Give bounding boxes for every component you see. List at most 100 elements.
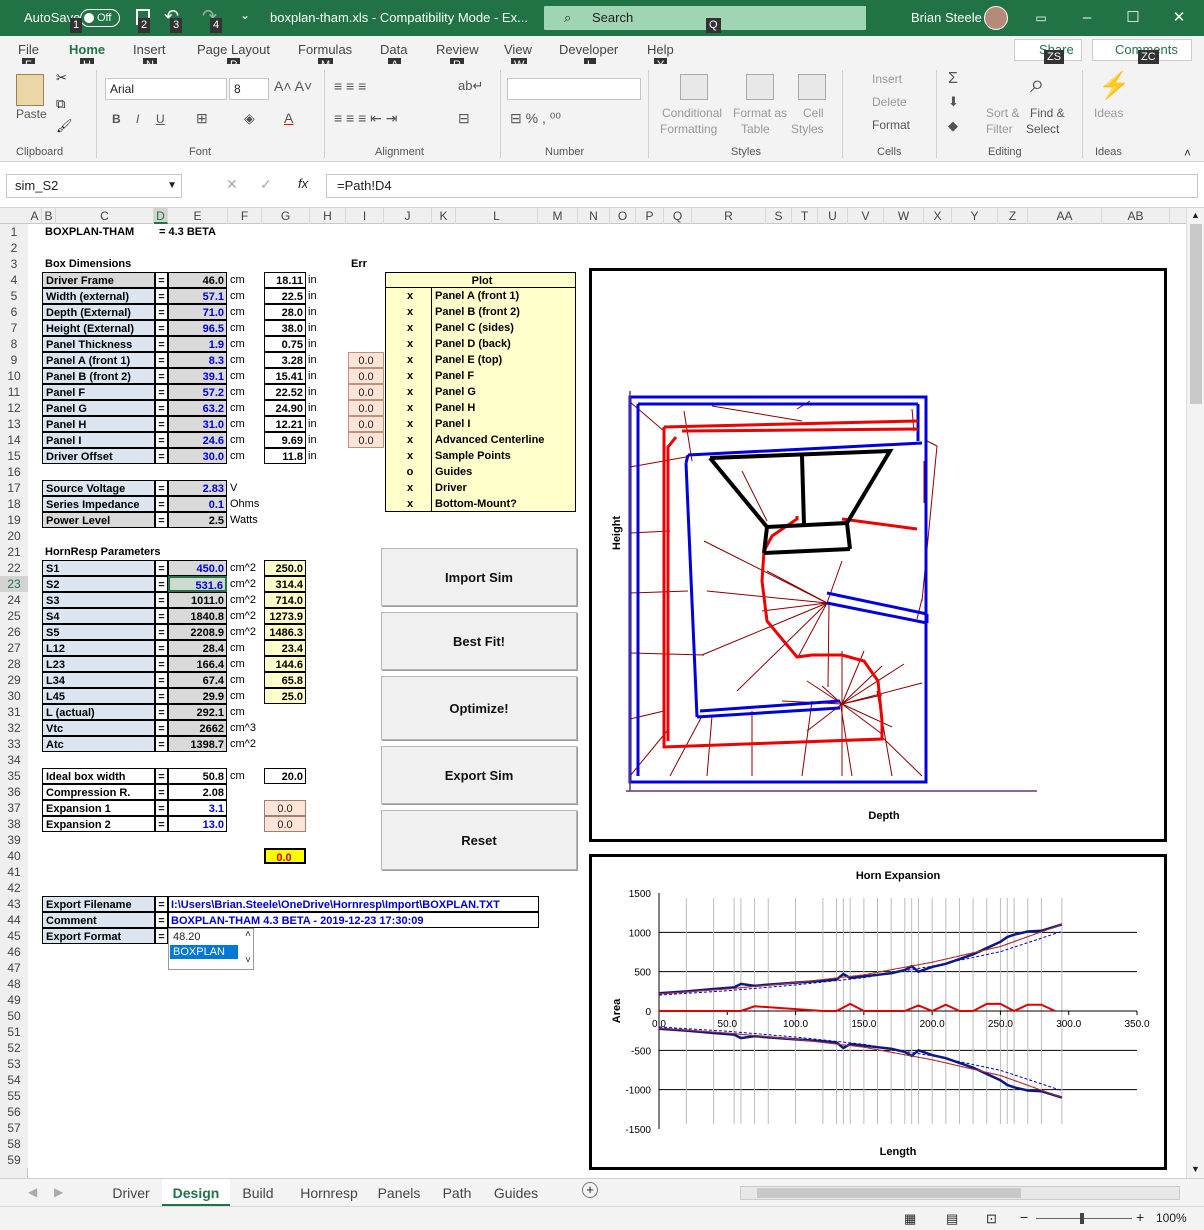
horizontal-scrollbar[interactable] (740, 1186, 1180, 1200)
row-header[interactable]: 48 (0, 976, 28, 992)
scroll-down-icon[interactable]: ▼ (1191, 1164, 1200, 1174)
row-header[interactable]: 53 (0, 1056, 28, 1072)
total-err-value[interactable]: 0.0 (264, 848, 306, 864)
horn-value[interactable]: 1011.0 (168, 592, 227, 608)
plot-item-label[interactable]: Sample Points (431, 448, 576, 464)
column-header[interactable]: C (56, 208, 154, 224)
horn-label[interactable]: L45 (42, 688, 155, 704)
unit-label[interactable]: cm^2 (228, 560, 262, 576)
column-header[interactable]: AA (1028, 208, 1102, 224)
err-value[interactable]: 0.0 (348, 352, 384, 368)
dropdown-option[interactable]: BOXPLAN (170, 945, 238, 959)
clear-icon[interactable]: ◆ (948, 118, 958, 134)
equals-sign[interactable]: = (155, 512, 168, 528)
row-header[interactable]: 35 (0, 768, 28, 784)
row-header[interactable]: 44 (0, 912, 28, 928)
row-header[interactable]: 8 (0, 336, 28, 352)
plot-toggle[interactable]: x (385, 352, 431, 368)
row-header[interactable]: 42 (0, 880, 28, 896)
dim-cm-value[interactable]: 1.9 (168, 336, 227, 352)
row-header[interactable]: 50 (0, 1008, 28, 1024)
unit-label[interactable]: cm (228, 416, 262, 432)
column-header[interactable]: X (924, 208, 952, 224)
row-header[interactable]: 49 (0, 992, 28, 1008)
find-icon[interactable]: ⌕ (1030, 68, 1045, 100)
maximize-icon[interactable]: ☐ (1110, 0, 1156, 36)
column-header[interactable]: G (262, 208, 310, 224)
vertical-scrollbar[interactable]: ▲ ▼ (1186, 208, 1204, 1178)
enter-icon[interactable]: ✓ (260, 176, 272, 193)
sort-filter-button[interactable]: Sort & (986, 106, 1019, 120)
dim-in-value[interactable]: 22.5 (264, 288, 306, 304)
dim-cm-value[interactable]: 63.2 (168, 400, 227, 416)
unit-label[interactable]: cm^2 (228, 592, 262, 608)
equals-sign[interactable]: = (155, 448, 168, 464)
zoom-in-icon[interactable]: + (1136, 1209, 1144, 1225)
number-format-select[interactable] (507, 78, 641, 100)
horn-label[interactable]: Vtc (42, 720, 155, 736)
unit-label[interactable]: in (306, 416, 346, 432)
plot-toggle[interactable]: x (385, 336, 431, 352)
unit-label[interactable]: cm^2 (228, 576, 262, 592)
dim-label[interactable]: Width (external) (42, 288, 155, 304)
export-comment-label[interactable]: Comment (42, 912, 155, 928)
row-header[interactable]: 2 (0, 240, 28, 256)
import-sim-button[interactable]: Import Sim (381, 548, 577, 606)
row-header[interactable]: 7 (0, 320, 28, 336)
equals-sign[interactable]: = (155, 480, 168, 496)
fill-icon[interactable]: ⬇ (948, 94, 959, 110)
sheet-tab-design[interactable]: Design (162, 1179, 230, 1207)
width-label[interactable]: Expansion 2 (42, 816, 155, 832)
unit-label[interactable]: cm (228, 688, 262, 704)
row-header[interactable]: 28 (0, 656, 28, 672)
plot-item-label[interactable]: Panel E (top) (431, 352, 576, 368)
plot-toggle[interactable]: x (385, 304, 431, 320)
dropdown-up-icon[interactable]: ˄ (245, 929, 251, 940)
unit-label[interactable]: cm (228, 320, 262, 336)
horn-expansion-chart[interactable]: Horn Expansion 1500 1000 500 0 -500 -1000 -1500… (589, 854, 1167, 1170)
tab-developer[interactable]: Developer (559, 42, 618, 57)
equals-sign[interactable]: = (155, 912, 168, 928)
elec-value[interactable]: 2.5 (168, 512, 227, 528)
elec-value[interactable]: 0.1 (168, 496, 227, 512)
export-comment-value[interactable]: BOXPLAN-THAM 4.3 BETA - 2019-12-23 17:30… (168, 912, 539, 928)
equals-sign[interactable]: = (155, 288, 168, 304)
underline-icon[interactable]: U (156, 112, 165, 126)
row-header[interactable]: 43 (0, 896, 28, 912)
plot-toggle[interactable]: x (385, 368, 431, 384)
grow-font-icon[interactable]: A˄ A˅ (274, 78, 312, 94)
err-value[interactable]: 0.0 (348, 400, 384, 416)
equals-sign[interactable]: = (155, 592, 168, 608)
row-header[interactable]: 18 (0, 496, 28, 512)
horn-value[interactable]: 292.1 (168, 704, 227, 720)
tab-review[interactable]: Review (436, 42, 479, 57)
plot-item-label[interactable]: Panel C (sides) (431, 320, 576, 336)
fill-color-icon[interactable]: ◈ (244, 110, 255, 127)
unit-label[interactable]: in (306, 320, 346, 336)
version-cell[interactable]: = 4.3 BETA (156, 224, 236, 240)
unit-label[interactable]: cm (228, 640, 262, 656)
row-header[interactable]: 39 (0, 832, 28, 848)
unit-label[interactable]: cm (228, 336, 262, 352)
format-painter-icon[interactable]: 🖌 (56, 118, 73, 134)
plot-item-label[interactable]: Panel A (front 1) (431, 288, 576, 304)
row-header[interactable]: 52 (0, 1040, 28, 1056)
row-header[interactable]: 26 (0, 624, 28, 640)
title-cell[interactable]: BOXPLAN-THAM (42, 224, 152, 240)
row-header[interactable]: 9 (0, 352, 28, 368)
row-header[interactable]: 30 (0, 688, 28, 704)
page-break-view-icon[interactable]: ⊡ (986, 1211, 997, 1227)
unit-label[interactable]: in (306, 352, 346, 368)
sheet-tab-build[interactable]: Build (232, 1179, 284, 1207)
wrap-text-icon[interactable]: ab↵ (458, 78, 483, 94)
box-plot-chart[interactable]: Depth Height (589, 268, 1167, 842)
unit-label[interactable]: cm^2 (228, 624, 262, 640)
section-title[interactable]: HornResp Parameters (42, 544, 162, 560)
row-header[interactable]: 25 (0, 608, 28, 624)
dim-in-value[interactable]: 9.69 (264, 432, 306, 448)
dim-in-value[interactable]: 0.75 (264, 336, 306, 352)
elec-label[interactable]: Power Level (42, 512, 155, 528)
sheet-tab-guides[interactable]: Guides (484, 1179, 548, 1207)
horn-label[interactable]: L (actual) (42, 704, 155, 720)
equals-sign[interactable]: = (155, 736, 168, 752)
